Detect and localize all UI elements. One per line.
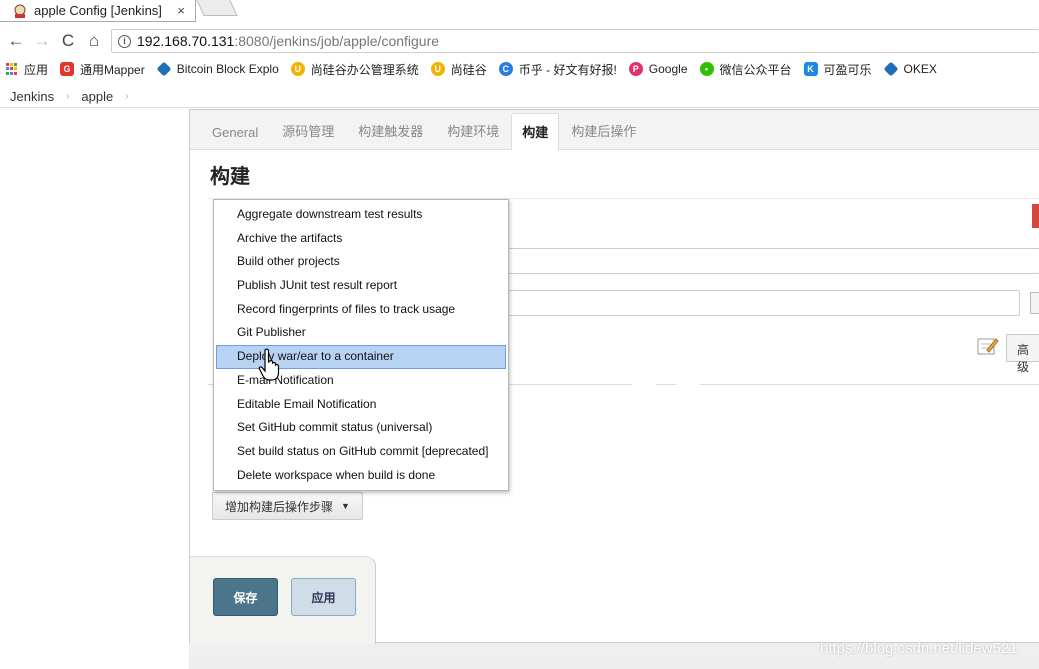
forward-arrow-icon[interactable]: → [32, 31, 52, 51]
config-tabs: General 源码管理 构建触发器 构建环境 构建 构建后操作 [190, 110, 1039, 150]
tab-post-build[interactable]: 构建后操作 [559, 121, 648, 149]
bookmark-label: 通用Mapper [80, 62, 145, 77]
section-title: 构建 [210, 166, 250, 188]
hand-cursor-icon [258, 348, 280, 381]
bookmark-label: 尚硅谷 [450, 62, 487, 77]
notepad-icon[interactable] [977, 336, 999, 356]
browser-tab[interactable]: apple Config [Jenkins] × [0, 0, 196, 22]
reload-icon[interactable]: C [58, 31, 78, 51]
bookmarks-bar: 应用 G 通用Mapper Bitcoin Block Explo U 尚硅谷办公管… [0, 55, 1039, 83]
bookmark-label: Google [648, 62, 688, 76]
bookmark-item[interactable]: U 尚硅谷 [430, 61, 487, 78]
k-icon: K [803, 62, 818, 76]
field-side-button[interactable] [1030, 292, 1039, 314]
bookmark-label: OKEX [903, 62, 937, 76]
dropdown-item[interactable]: Git Publisher [214, 321, 508, 345]
dropdown-item[interactable]: Delete workspace when build is done [214, 464, 508, 488]
back-arrow-icon[interactable]: ← [6, 31, 26, 51]
browser-tabstrip: apple Config [Jenkins] × [0, 0, 1039, 27]
breadcrumb: Jenkins › apple › [0, 86, 1039, 108]
tab-close-icon[interactable]: × [177, 3, 185, 18]
jenkins-favicon-icon [14, 4, 26, 18]
url-path: :8080/jenkins/job/apple/configure [234, 33, 440, 49]
bookmark-item[interactable]: G 通用Mapper [60, 61, 145, 78]
bookmark-item[interactable]: • 微信公众平台 [699, 61, 792, 78]
add-post-build-label: 增加构建后操作步骤 [225, 499, 334, 514]
breadcrumb-jenkins[interactable]: Jenkins [10, 89, 54, 104]
bookmark-label: 币乎 - 好文有好报! [518, 62, 617, 77]
bookmark-apps[interactable]: 应用 [6, 61, 48, 78]
sidebar [0, 109, 189, 669]
address-bar: ← → C ⌂ i 192.168.70.131:8080/jenkins/jo… [0, 27, 1039, 55]
u-icon: U [430, 62, 445, 76]
dropdown-item[interactable]: Aggregate downstream test results [214, 203, 508, 227]
tab-build[interactable]: 构建 [511, 113, 560, 150]
bookmark-label: 尚硅谷办公管理系统 [310, 62, 419, 77]
breadcrumb-separator-icon: › [125, 91, 129, 102]
advanced-button[interactable]: 高级 [1006, 334, 1039, 374]
u-icon: U [290, 62, 305, 76]
p-icon: P [628, 62, 643, 76]
tab-title: apple Config [Jenkins] [34, 3, 162, 18]
breadcrumb-job[interactable]: apple [81, 89, 113, 104]
url-host: 192.168.70.131 [137, 33, 235, 49]
delete-step-button[interactable] [1032, 204, 1039, 228]
bookmark-item[interactable]: U 尚硅谷办公管理系统 [290, 61, 419, 78]
c-icon: C [498, 62, 513, 76]
home-icon[interactable]: ⌂ [84, 31, 104, 51]
dropdown-item[interactable]: Set build status on GitHub commit [depre… [214, 440, 508, 464]
dropdown-item[interactable]: Publish JUnit test result report [214, 274, 508, 298]
tab-source-code[interactable]: 源码管理 [270, 121, 346, 149]
save-button[interactable]: 保存 [213, 578, 278, 616]
dropdown-item[interactable]: Editable Email Notification [214, 393, 508, 417]
apps-grid-icon [6, 63, 18, 75]
dropdown-item[interactable]: Record fingerprints of files to track us… [214, 298, 508, 322]
tab-general[interactable]: General [200, 125, 270, 149]
build-step-field[interactable] [490, 290, 1020, 316]
info-icon[interactable]: i [118, 34, 131, 48]
breadcrumb-separator-icon: › [66, 91, 70, 102]
url-input[interactable]: i 192.168.70.131:8080/jenkins/job/apple/… [111, 29, 1039, 53]
diamond-icon [156, 61, 172, 77]
pause-overlay-icon [632, 336, 656, 414]
wechat-icon: • [699, 62, 714, 76]
bookmark-label: 可盈可乐 [823, 62, 872, 77]
bookmark-item[interactable]: K 可盈可乐 [803, 61, 872, 78]
dropdown-item[interactable]: Archive the artifacts [214, 227, 508, 251]
dropdown-item[interactable]: Set GitHub commit status (universal) [214, 416, 508, 440]
bookmark-label: Bitcoin Block Explo [176, 62, 279, 76]
diamond-icon [883, 61, 898, 77]
apply-button[interactable]: 应用 [291, 578, 356, 616]
bookmark-item[interactable]: P Google [628, 62, 688, 76]
bookmark-item[interactable]: C 币乎 - 好文有好报! [498, 61, 617, 78]
caret-down-icon: ▼ [341, 501, 350, 511]
g-icon: G [60, 62, 75, 76]
build-step-field[interactable] [490, 248, 1039, 274]
pause-overlay-icon [676, 336, 700, 414]
post-build-dropdown-menu: Aggregate downstream test results Archive… [213, 199, 509, 491]
bookmark-label: 应用 [24, 62, 49, 77]
bookmark-label: 微信公众平台 [719, 62, 792, 77]
bookmark-item[interactable]: OKEX [883, 61, 937, 77]
dropdown-item[interactable]: Build other projects [214, 250, 508, 274]
new-tab-button[interactable] [196, 0, 238, 16]
bookmark-item[interactable]: Bitcoin Block Explo [156, 61, 279, 77]
add-post-build-step-button[interactable]: 增加构建后操作步骤 ▼ [212, 492, 363, 520]
watermark: https://blog.csdn.net/lidew521 [820, 640, 1018, 657]
tab-build-triggers[interactable]: 构建触发器 [346, 121, 435, 149]
tab-build-env[interactable]: 构建环境 [435, 121, 511, 149]
